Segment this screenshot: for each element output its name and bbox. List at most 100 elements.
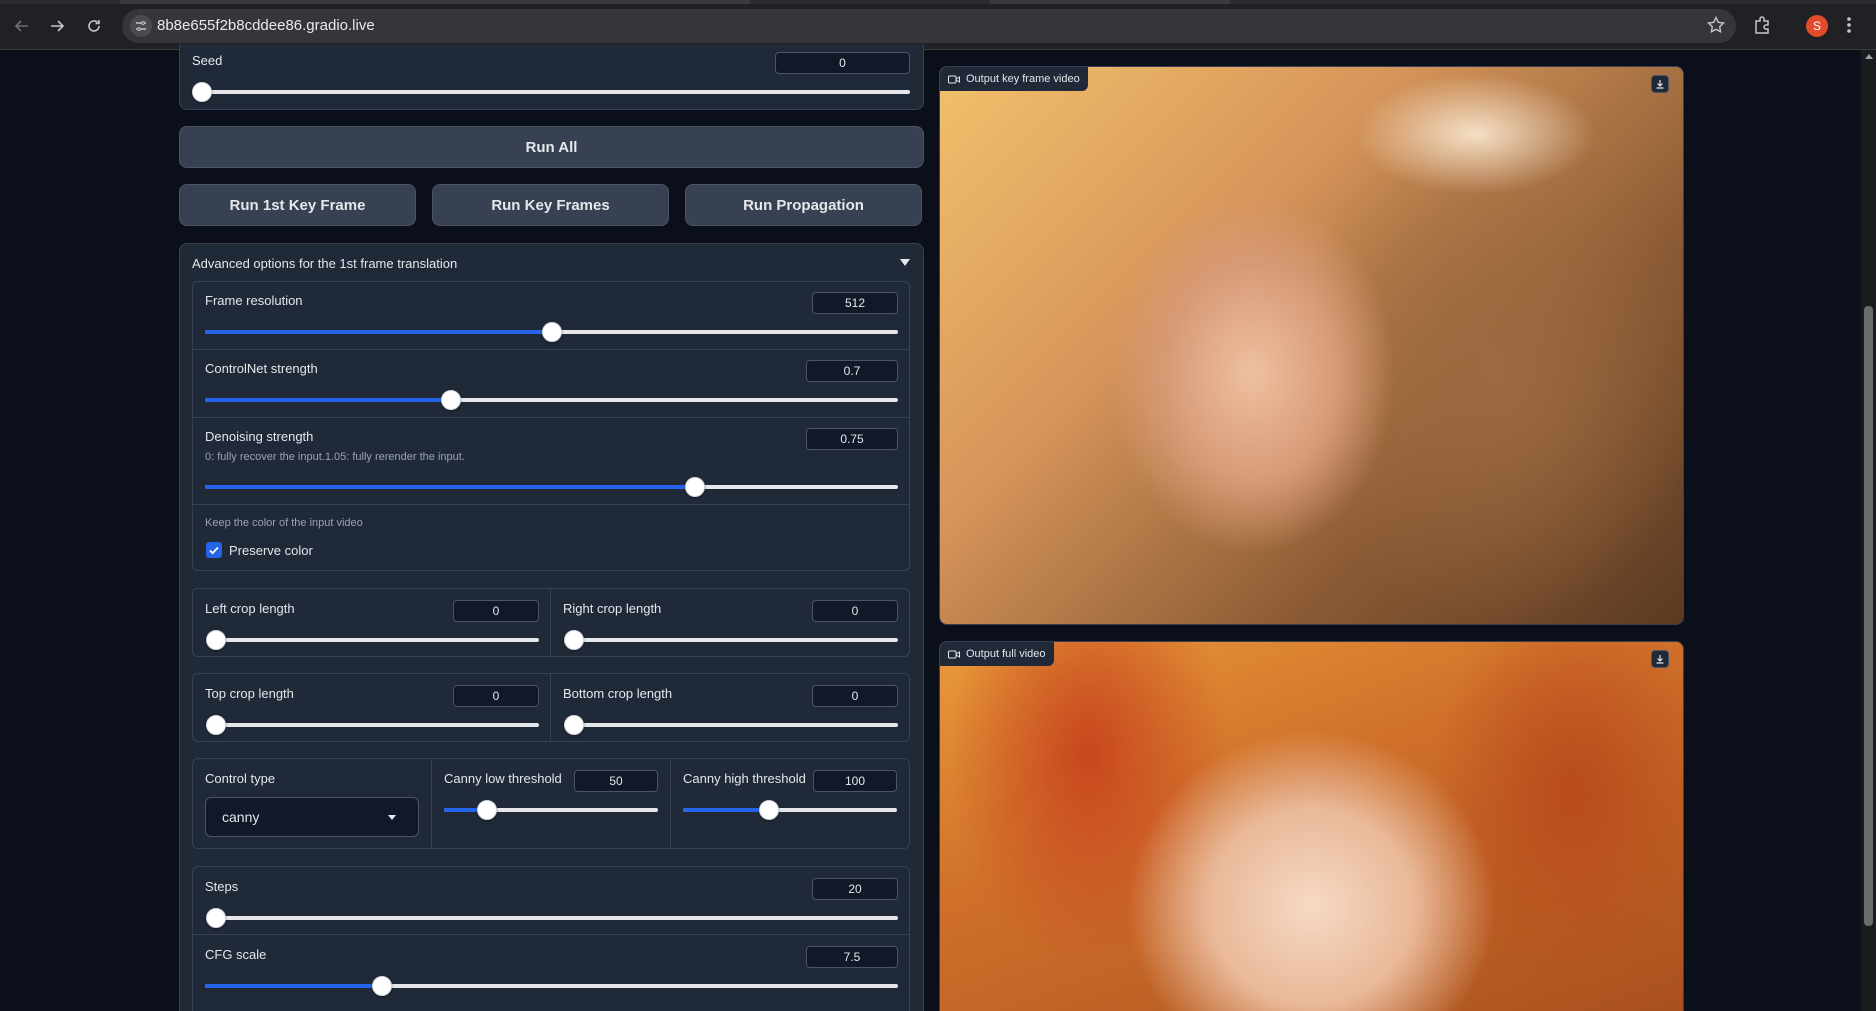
left-crop-number-input[interactable]: 0 — [453, 600, 539, 622]
seed-panel: Seed 0 — [179, 44, 924, 110]
cfg-scale-slider[interactable] — [205, 976, 898, 996]
forward-arrow-icon[interactable] — [45, 14, 69, 38]
control-type-label: Control type — [205, 771, 276, 786]
left-crop-slider-thumb[interactable] — [206, 630, 226, 650]
steps-slider-thumb[interactable] — [206, 908, 226, 928]
back-arrow-icon[interactable] — [10, 14, 34, 38]
steps-block: Steps 20 — [192, 866, 910, 935]
control-type-block: Control type canny — [192, 758, 432, 849]
canny-high-label: Canny high threshold — [683, 771, 806, 786]
top-crop-label: Top crop length — [205, 686, 294, 701]
controlnet-strength-number-input[interactable]: 0.7 — [806, 360, 898, 382]
canny-low-slider[interactable] — [444, 800, 658, 820]
output-key-frame-video-label-text: Output key frame video — [966, 73, 1080, 85]
preserve-color-label[interactable]: Preserve color — [229, 543, 313, 558]
seed-label: Seed — [192, 53, 223, 68]
profile-avatar[interactable]: S — [1806, 15, 1828, 37]
seed-slider-thumb[interactable] — [192, 82, 212, 102]
right-crop-slider-thumb[interactable] — [564, 630, 584, 650]
frame-resolution-block: Frame resolution 512 — [192, 281, 910, 350]
cfg-scale-number-input[interactable]: 7.5 — [806, 946, 898, 968]
right-crop-label: Right crop length — [563, 601, 662, 616]
canny-high-block: Canny high threshold 100 — [670, 758, 910, 849]
url-text[interactable]: 8b8e655f2b8cddee86.gradio.live — [157, 17, 375, 34]
output-full-video-label-text: Output full video — [966, 648, 1046, 660]
tab[interactable] — [120, 0, 750, 4]
output-key-frame-video-label: Output key frame video — [940, 67, 1088, 91]
left-crop-slider[interactable] — [206, 630, 539, 650]
extensions-icon[interactable] — [1752, 14, 1774, 41]
run-propagation-button[interactable]: Run Propagation — [685, 184, 922, 226]
frame-resolution-slider-thumb[interactable] — [541, 322, 562, 342]
top-crop-block: Top crop length 0 — [192, 673, 551, 742]
cfg-scale-label: CFG scale — [205, 947, 267, 962]
page-scrollbar[interactable] — [1861, 50, 1876, 1011]
address-bar[interactable]: 8b8e655f2b8cddee86.gradio.live — [122, 9, 1736, 43]
steps-number-input[interactable]: 20 — [812, 878, 898, 900]
site-settings-icon[interactable] — [130, 15, 152, 37]
frame-resolution-slider[interactable] — [205, 322, 898, 342]
control-type-value: canny — [222, 809, 260, 825]
right-crop-number-input[interactable]: 0 — [812, 600, 898, 622]
bottom-crop-slider-thumb[interactable] — [564, 715, 584, 735]
run-all-button[interactable]: Run All — [179, 126, 924, 168]
denoising-strength-info: 0: fully recover the input.1.05: fully r… — [205, 451, 465, 463]
collapse-caret-icon[interactable] — [900, 259, 910, 266]
steps-label: Steps — [205, 879, 239, 894]
run-key-frames-button[interactable]: Run Key Frames — [432, 184, 669, 226]
denoising-strength-slider-thumb[interactable] — [684, 477, 705, 497]
denoising-strength-slider[interactable] — [205, 477, 898, 497]
denoising-strength-number-input[interactable]: 0.75 — [806, 428, 898, 450]
reload-icon[interactable] — [82, 14, 106, 38]
bottom-crop-number-input[interactable]: 0 — [812, 685, 898, 707]
bottom-crop-label: Bottom crop length — [563, 686, 673, 701]
tab-strip — [0, 0, 1876, 4]
more-menu-icon[interactable] — [1846, 14, 1852, 41]
steps-slider[interactable] — [206, 908, 898, 928]
seed-slider[interactable] — [192, 82, 910, 102]
canny-low-number-input[interactable]: 50 — [574, 770, 658, 792]
scroll-up-arrow-icon[interactable] — [1865, 54, 1873, 59]
denoising-strength-label: Denoising strength — [205, 429, 314, 444]
canny-high-slider[interactable] — [683, 800, 897, 820]
right-crop-block: Right crop length 0 — [550, 588, 910, 657]
control-type-dropdown[interactable]: canny — [205, 797, 419, 837]
video-camera-icon — [948, 75, 960, 84]
canny-high-slider-fill — [683, 808, 769, 812]
tab[interactable] — [990, 0, 1230, 4]
output-full-video[interactable]: Output full video — [939, 641, 1684, 1011]
top-crop-slider[interactable] — [206, 715, 539, 735]
frame-resolution-slider-fill — [205, 330, 552, 334]
canny-low-label: Canny low threshold — [444, 771, 562, 786]
seed-number-input[interactable]: 0 — [775, 52, 910, 74]
cfg-scale-slider-thumb[interactable] — [371, 976, 392, 996]
left-crop-label: Left crop length — [205, 601, 295, 616]
accordion-title[interactable]: Advanced options for the 1st frame trans… — [192, 256, 457, 271]
output-key-frame-video[interactable]: Output key frame video — [939, 66, 1684, 625]
download-icon[interactable] — [1651, 75, 1669, 93]
controlnet-strength-label: ControlNet strength — [205, 361, 318, 376]
bookmark-star-icon[interactable] — [1706, 15, 1726, 40]
controlnet-strength-slider[interactable] — [205, 390, 898, 410]
denoising-strength-block: Denoising strength 0: fully recover the … — [192, 417, 910, 505]
browser-toolbar: 8b8e655f2b8cddee86.gradio.live S — [0, 0, 1876, 50]
checkmark-icon — [209, 546, 219, 555]
preserve-color-checkbox[interactable] — [206, 542, 222, 558]
canny-high-slider-thumb[interactable] — [758, 800, 779, 820]
top-crop-slider-thumb[interactable] — [206, 715, 226, 735]
bottom-crop-slider[interactable] — [564, 715, 898, 735]
frame-resolution-number-input[interactable]: 512 — [812, 292, 898, 314]
output-full-video-label: Output full video — [940, 642, 1054, 666]
right-crop-slider[interactable] — [564, 630, 898, 650]
cfg-scale-block: CFG scale 7.5 — [192, 934, 910, 1011]
canny-low-slider-thumb[interactable] — [476, 800, 497, 820]
download-icon[interactable] — [1651, 650, 1669, 668]
scrollbar-thumb[interactable] — [1864, 306, 1873, 926]
run-1st-key-frame-button[interactable]: Run 1st Key Frame — [179, 184, 416, 226]
top-crop-number-input[interactable]: 0 — [453, 685, 539, 707]
controlnet-strength-slider-fill — [205, 398, 451, 402]
canny-low-block: Canny low threshold 50 — [431, 758, 671, 849]
controlnet-strength-slider-thumb[interactable] — [441, 390, 461, 410]
frame-resolution-label: Frame resolution — [205, 293, 303, 308]
canny-high-number-input[interactable]: 100 — [813, 770, 897, 792]
